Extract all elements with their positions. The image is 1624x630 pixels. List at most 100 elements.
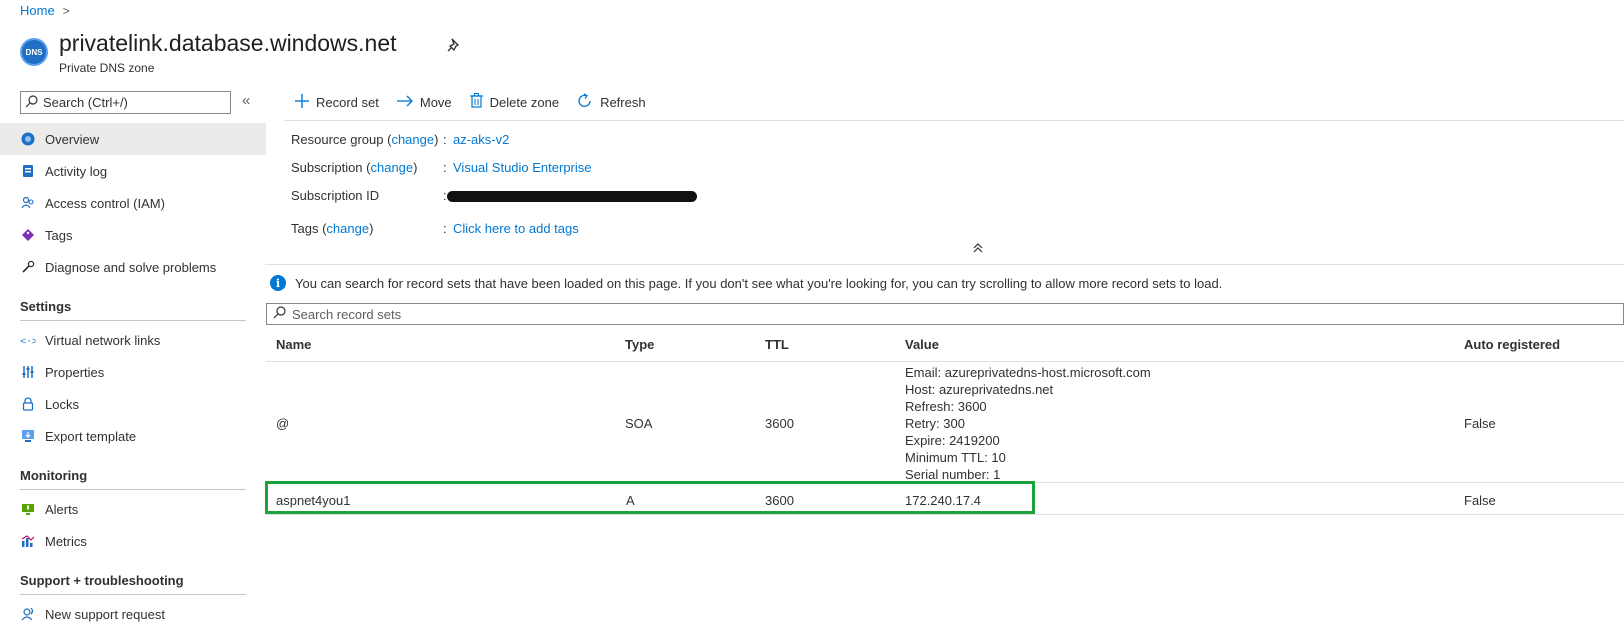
subscription-link[interactable]: Visual Studio Enterprise	[453, 160, 592, 175]
sidebar-item-metrics[interactable]: Metrics	[0, 525, 266, 557]
sidebar-item-label: Locks	[45, 396, 79, 412]
resource-group-label: Resource group (	[291, 132, 392, 147]
trash-icon	[469, 93, 483, 111]
essentials-tags: Tags (change) : Click here to add tags	[291, 221, 579, 236]
sidebar-item-label: Overview	[45, 131, 100, 147]
tag-icon	[20, 227, 36, 243]
sidebar-item-label: Properties	[45, 364, 105, 380]
column-header-value[interactable]: Value	[905, 337, 939, 352]
column-header-ttl[interactable]: TTL	[765, 337, 789, 352]
sidebar-item-label: Alerts	[45, 501, 79, 517]
redacted-subscription-id	[447, 191, 697, 202]
add-tags-link[interactable]: Click here to add tags	[453, 221, 579, 236]
subscription-label: Subscription (	[291, 160, 371, 175]
colon: :	[443, 221, 447, 236]
sidebar-search-input[interactable]	[43, 95, 223, 110]
page-subtitle: Private DNS zone	[59, 61, 155, 75]
record-type: SOA	[625, 416, 653, 431]
colon: :	[443, 132, 447, 147]
breadcrumb: Home >	[20, 3, 70, 18]
lock-icon	[20, 396, 36, 412]
essentials-divider	[265, 264, 1624, 265]
info-text: You can search for record sets that have…	[295, 275, 1223, 291]
record-value-line: Retry: 300	[905, 416, 965, 431]
record-name[interactable]: @	[276, 416, 289, 431]
subscription-id-label: Subscription ID	[291, 188, 380, 203]
resource-group-link[interactable]: az-aks-v2	[453, 132, 509, 147]
resource-group-change-link[interactable]: change	[391, 132, 434, 147]
alert-icon	[20, 501, 36, 517]
refresh-label: Refresh	[600, 94, 646, 110]
sidebar-item-diagnose[interactable]: Diagnose and solve problems	[0, 251, 266, 283]
sidebar-item-properties[interactable]: Properties	[0, 356, 266, 388]
sidebar-item-label: Activity log	[45, 163, 108, 179]
collapse-essentials-icon[interactable]	[973, 242, 983, 256]
subscription-change-link[interactable]: change	[370, 160, 413, 175]
record-value-line: Host: azureprivatedns.net	[905, 382, 1054, 397]
column-header-name[interactable]: Name	[276, 337, 311, 352]
move-button[interactable]: Move	[396, 95, 452, 110]
tags-change-link[interactable]: change	[326, 221, 369, 236]
sidebar-item-virtual-network-links[interactable]: <·> Virtual network links	[0, 324, 266, 356]
command-bar-divider	[284, 120, 1624, 121]
sidebar-item-label: Tags	[45, 227, 73, 243]
record-value-line: Expire: 2419200	[905, 433, 1000, 448]
pin-icon[interactable]	[444, 36, 464, 56]
record-value: Email: azureprivatedns-host.microsoft.co…	[905, 364, 1151, 483]
colon: :	[443, 160, 447, 175]
sidebar-section-support: Support + troubleshooting	[20, 573, 184, 588]
column-header-type[interactable]: Type	[625, 337, 654, 352]
add-record-set-label: Record set	[316, 94, 379, 110]
delete-zone-label: Delete zone	[489, 94, 560, 110]
highlight-box	[265, 481, 1035, 514]
search-icon	[273, 306, 286, 322]
search-icon	[25, 94, 38, 111]
sidebar-item-alerts[interactable]: Alerts	[0, 493, 266, 525]
sidebar-item-label: Export template	[45, 428, 137, 444]
sidebar-item-label: Virtual network links	[45, 332, 161, 348]
record-auto-registered: False	[1464, 416, 1496, 431]
add-record-set-button[interactable]: Record set	[295, 93, 379, 111]
header-divider	[266, 361, 1624, 362]
essentials-subscription-id: Subscription ID :	[291, 188, 453, 203]
sidebar-divider	[20, 320, 246, 321]
record-search[interactable]	[266, 303, 1624, 325]
link-icon: <·>	[20, 332, 36, 348]
record-search-input[interactable]	[292, 306, 892, 322]
essentials-resource-group: Resource group (change) : az-aks-v2	[291, 132, 509, 147]
dns-overview-icon	[20, 131, 36, 147]
breadcrumb-separator: >	[62, 3, 70, 18]
sidebar-divider	[20, 594, 246, 595]
sidebar-item-activity-log[interactable]: Activity log	[0, 155, 266, 187]
sidebar-item-overview[interactable]: Overview	[0, 123, 266, 155]
metrics-icon	[20, 533, 36, 549]
sidebar-item-locks[interactable]: Locks	[0, 388, 266, 420]
resource-group-label-close: )	[434, 132, 439, 147]
sidebar-item-label: New support request	[45, 606, 165, 622]
sidebar-item-label: Diagnose and solve problems	[45, 259, 217, 275]
page-title: privatelink.database.windows.net	[59, 30, 397, 56]
refresh-button[interactable]: Refresh	[577, 92, 646, 112]
record-value-line: Email: azureprivatedns-host.microsoft.co…	[905, 365, 1151, 380]
sidebar-section-settings: Settings	[20, 299, 72, 314]
sidebar-item-tags[interactable]: Tags	[0, 219, 266, 251]
sidebar-item-iam[interactable]: Access control (IAM)	[0, 187, 266, 219]
dns-zone-icon: DNS	[20, 38, 48, 66]
sidebar-item-new-support-request[interactable]: New support request	[0, 598, 266, 630]
delete-zone-button[interactable]: Delete zone	[469, 93, 560, 111]
support-icon	[20, 606, 36, 622]
sidebar-search[interactable]	[20, 91, 231, 114]
arrow-right-icon	[396, 95, 413, 110]
wrench-icon	[20, 259, 36, 275]
sliders-icon	[20, 364, 36, 380]
record-value-line: Refresh: 3600	[905, 399, 987, 414]
sidebar-item-label: Access control (IAM)	[45, 195, 165, 211]
sidebar-item-export-template[interactable]: Export template	[0, 420, 266, 452]
command-bar: Record set Move Delete zone Refresh	[295, 90, 646, 114]
breadcrumb-home-link[interactable]: Home	[20, 3, 55, 18]
people-icon	[20, 195, 36, 211]
column-header-auto-registered[interactable]: Auto registered	[1464, 337, 1560, 352]
subscription-label-close: )	[413, 160, 418, 175]
sidebar-divider	[20, 489, 246, 490]
collapse-sidebar-icon[interactable]: «	[242, 92, 250, 109]
